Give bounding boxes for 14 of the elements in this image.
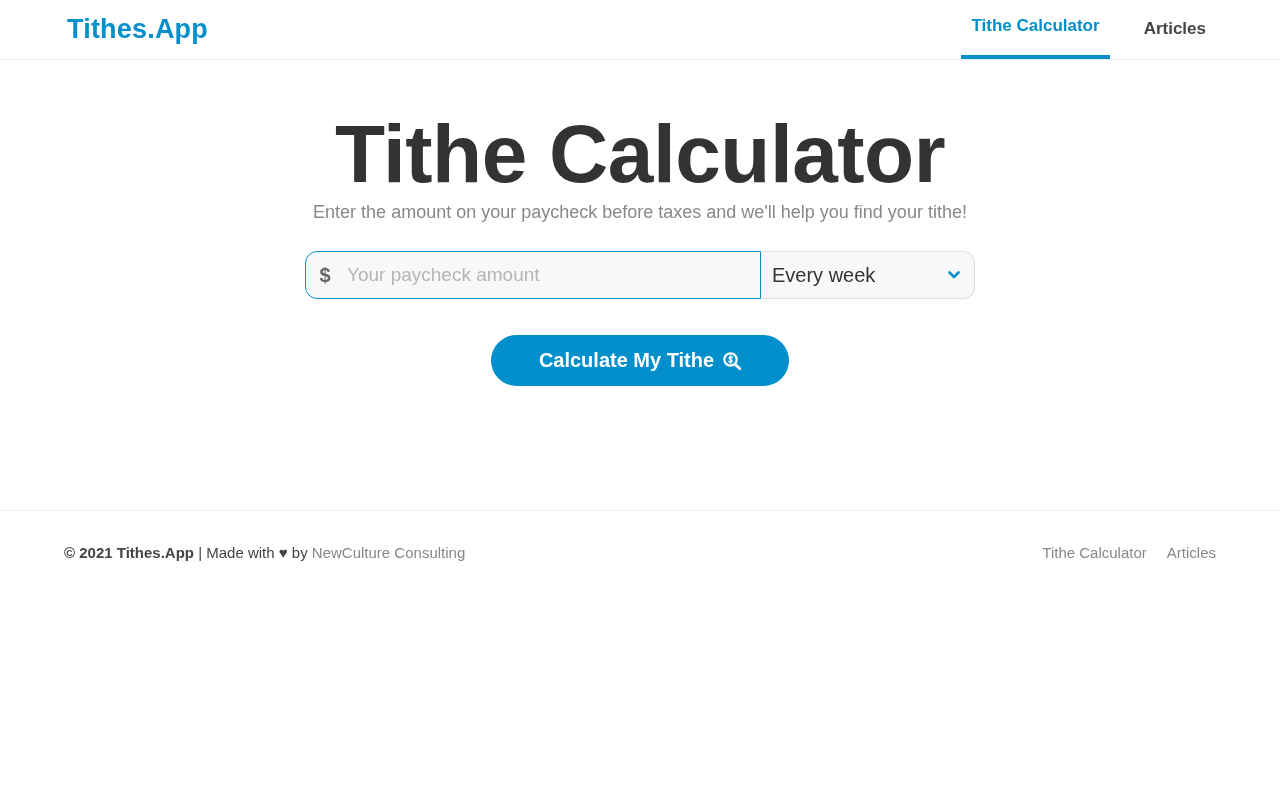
- nav-tab[interactable]: Articles: [1121, 0, 1216, 59]
- chevron-down-icon: [948, 271, 960, 279]
- footer-link[interactable]: Tithe Calculator: [1042, 544, 1147, 561]
- footer-link[interactable]: Articles: [1166, 544, 1216, 561]
- calculate-button[interactable]: Calculate My Tithe: [491, 335, 789, 386]
- page-subtitle: Enter the amount on your paycheck before taxes and we'll help you find your tithe!: [313, 201, 967, 224]
- footer-credit-text: © 2021 Tithes.App | Made with ♥ by NewCulture Consulting: [64, 544, 466, 561]
- frequency-select[interactable]: Every week: [761, 251, 975, 299]
- nav-tab[interactable]: Tithe Calculator: [961, 0, 1110, 59]
- page-title: Tithe Calculator: [334, 112, 946, 196]
- credit-link[interactable]: NewCulture Consulting: [311, 544, 466, 561]
- search-dollar-icon: [723, 351, 742, 370]
- dollar-sign: $: [318, 263, 332, 287]
- logo-link[interactable]: Tithes.App: [64, 0, 208, 59]
